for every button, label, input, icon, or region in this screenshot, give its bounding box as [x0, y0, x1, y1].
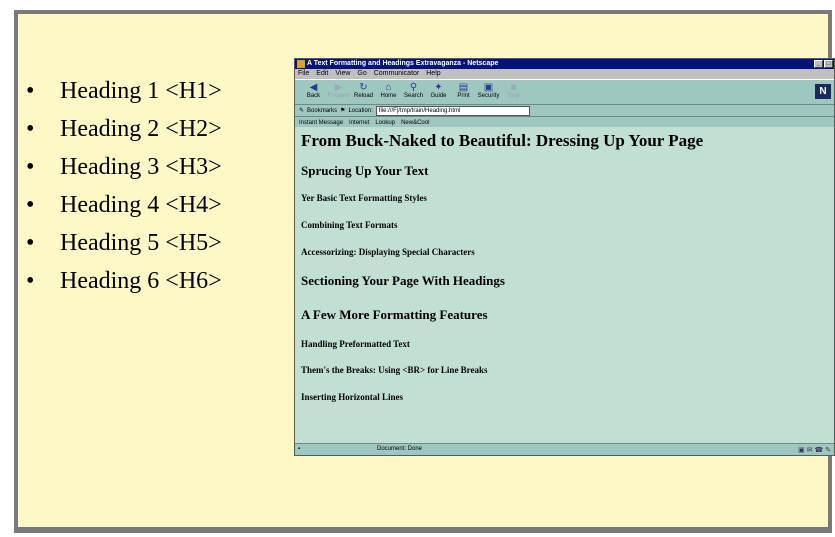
bullet-text: Heading 6 <H6> — [60, 268, 222, 294]
navigation-toolbar: ◀ Back ▶ Forward ↻ Reload ⌂ Home ⚲ Search ✦ Gu… — [295, 79, 834, 105]
bullet-dot: • — [26, 230, 35, 256]
bullet-text: Heading 3 <H3> — [60, 154, 222, 180]
reload-label: Reload — [353, 93, 373, 99]
search-icon: ⚲ — [409, 82, 418, 93]
printer-icon: ▤ — [458, 82, 469, 93]
reload-icon: ↻ — [359, 82, 368, 93]
menu-edit[interactable]: Edit — [316, 69, 328, 79]
menu-file[interactable]: File — [298, 69, 309, 79]
netscape-logo[interactable]: N — [815, 84, 831, 99]
stop-label: Stop — [507, 93, 520, 99]
page-heading-h2: Sprucing Up Your Text — [301, 163, 429, 178]
bullet-item: • Heading 6 <H6> — [26, 264, 222, 302]
forward-button[interactable]: ▶ Forward — [326, 80, 351, 104]
search-label: Search — [403, 93, 423, 99]
guide-label: Guide — [430, 93, 447, 99]
menu-view[interactable]: View — [335, 69, 350, 79]
guide-icon: ✦ — [434, 82, 443, 93]
page-heading-h3: Combining Text Formats — [301, 220, 398, 230]
netscape-window: A Text Formatting and Headings Extravaga… — [294, 58, 835, 456]
search-button[interactable]: ⚲ Search — [401, 80, 426, 104]
location-input[interactable]: file:///F|/tmp/train/Heading.html — [375, 105, 530, 116]
home-icon: ⌂ — [385, 82, 392, 93]
menu-communicator[interactable]: Communicator — [374, 69, 420, 79]
minimize-button[interactable]: _ — [814, 60, 823, 68]
bullet-item: • Heading 4 <H4> — [26, 188, 222, 226]
status-bar: ▪ Document: Done ▣ ✉ ☎ ✎ — [295, 443, 834, 455]
page-heading-h3: Yer Basic Text Formatting Styles — [301, 193, 427, 203]
location-icon: ⚑ — [340, 108, 346, 114]
window-title: A Text Formatting and Headings Extravaga… — [307, 60, 499, 67]
home-label: Home — [380, 93, 397, 99]
guide-button[interactable]: ✦ Guide — [426, 80, 451, 104]
internet-link[interactable]: Internet — [349, 120, 369, 126]
menu-bar: File Edit View Go Communicator Help — [295, 69, 834, 79]
security-label: Security — [477, 93, 500, 99]
bullet-list: • Heading 1 <H1> • Heading 2 <H2> • Heading… — [26, 74, 222, 302]
bullet-dot: • — [26, 154, 35, 180]
back-button[interactable]: ◀ Back — [301, 80, 326, 104]
bullet-dot: • — [26, 192, 35, 218]
location-bar: ✎ Bookmarks ⚑ Location: file:///F|/tmp/t… — [295, 105, 834, 117]
page-heading-h2: Sectioning Your Page With Headings — [301, 273, 505, 288]
stop-icon: ■ — [510, 82, 517, 93]
back-arrow-icon: ◀ — [309, 82, 318, 93]
page-heading-h2: A Few More Formatting Features — [301, 307, 488, 322]
instant-message-link[interactable]: Instant Message — [299, 120, 343, 126]
bullet-text: Heading 2 <H2> — [60, 116, 222, 142]
location-label: Location: — [348, 107, 373, 114]
netscape-window-icon — [297, 60, 305, 68]
bullet-item: • Heading 3 <H3> — [26, 150, 222, 188]
security-button[interactable]: ▣ Security — [476, 80, 501, 104]
bullet-item: • Heading 2 <H2> — [26, 112, 222, 150]
menu-help[interactable]: Help — [426, 69, 440, 79]
bullet-text: Heading 1 <H1> — [60, 78, 222, 104]
lookup-link[interactable]: Lookup — [375, 120, 395, 126]
bullet-item: • Heading 1 <H1> — [26, 74, 222, 112]
bullet-dot: • — [26, 78, 35, 104]
print-label: Print — [457, 93, 470, 99]
reload-button[interactable]: ↻ Reload — [351, 80, 376, 104]
forward-label: Forward — [327, 93, 350, 99]
bullet-dot: • — [26, 268, 35, 294]
status-text: Document: Done — [377, 446, 423, 452]
page-heading-h3: Handling Preformatted Text — [301, 339, 410, 349]
window-titlebar[interactable]: A Text Formatting and Headings Extravaga… — [295, 59, 834, 69]
page-heading-h3: Them's the Breaks: Using <BR> for Line B… — [301, 365, 488, 375]
connection-icon: ▪ — [298, 446, 301, 452]
print-button[interactable]: ▤ Print — [451, 80, 476, 104]
page-heading-h1: From Buck-Naked to Beautiful: Dressing U… — [301, 131, 704, 150]
bullet-item: • Heading 5 <H5> — [26, 226, 222, 264]
page-heading-h3: Inserting Horizontal Lines — [301, 392, 404, 402]
page-heading-h3: Accessorizing: Displaying Special Charac… — [301, 247, 475, 257]
forward-arrow-icon: ▶ — [334, 82, 343, 93]
stop-button[interactable]: ■ Stop — [501, 80, 526, 104]
lock-icon: ▣ — [483, 82, 494, 93]
bullet-text: Heading 5 <H5> — [60, 230, 222, 256]
bookmarks-icon: ✎ — [299, 108, 305, 114]
maximize-button[interactable]: □ — [824, 60, 833, 68]
page-content: From Buck-Naked to Beautiful: Dressing U… — [295, 127, 834, 444]
new-cool-link[interactable]: New&Cool — [401, 120, 429, 126]
menu-go[interactable]: Go — [357, 69, 366, 79]
bookmarks-button[interactable]: Bookmarks — [307, 108, 337, 114]
back-label: Back — [306, 93, 321, 99]
bullet-text: Heading 4 <H4> — [60, 192, 222, 218]
bullet-dot: • — [26, 116, 35, 142]
home-button[interactable]: ⌂ Home — [376, 80, 401, 104]
component-bar-icons[interactable]: ▣ ✉ ☎ ✎ — [798, 445, 831, 455]
